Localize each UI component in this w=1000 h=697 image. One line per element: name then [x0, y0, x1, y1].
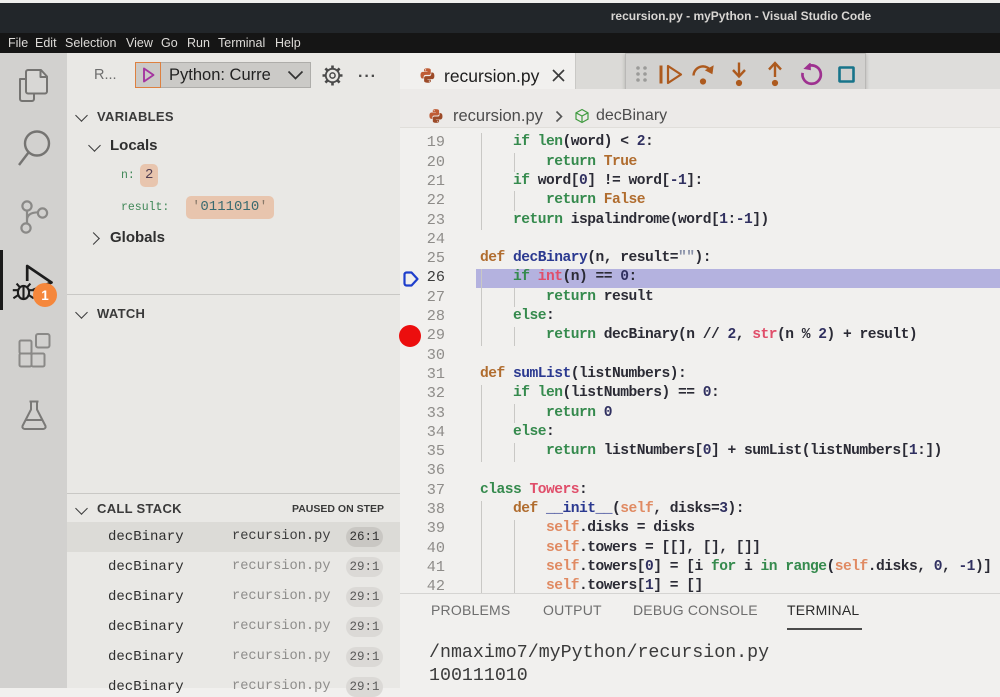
svg-text:1: 1: [41, 288, 49, 303]
